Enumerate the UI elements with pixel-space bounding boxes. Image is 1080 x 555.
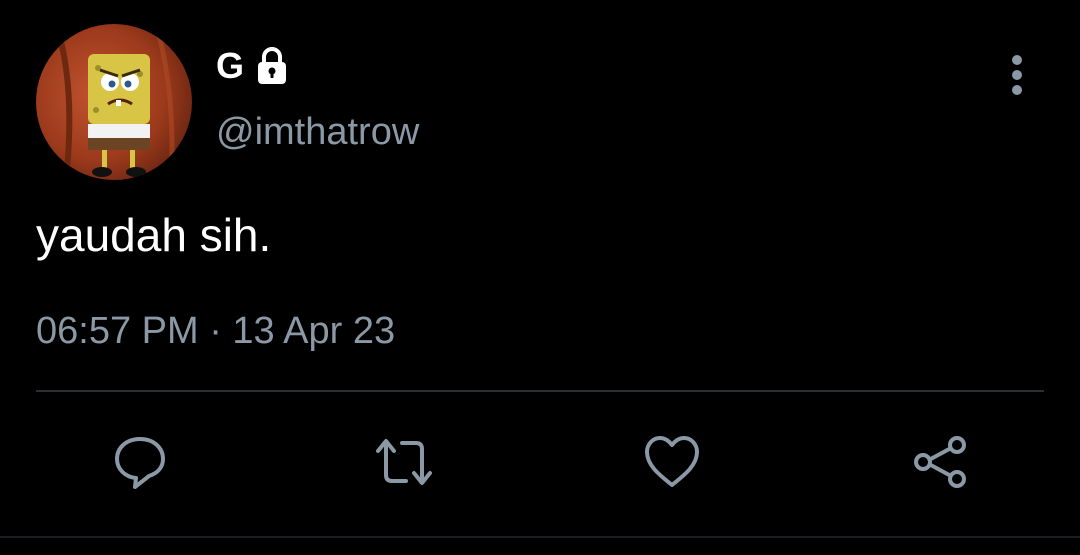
avatar-image [36,24,192,180]
reply-bubble-icon [115,437,165,489]
tweet-timestamp[interactable]: 06:57 PM · 13 Apr 23 [36,310,395,353]
share-icon [914,436,966,488]
user-handle[interactable]: @imthatrow [216,111,419,154]
share-button[interactable] [908,430,972,494]
reply-button[interactable] [108,430,172,494]
tweet-text: yaudah sih. [36,209,272,261]
display-name[interactable]: G [216,45,244,87]
retweet-button[interactable] [372,430,436,494]
bottom-divider [0,536,1080,538]
lock-icon [252,46,292,86]
avatar[interactable] [36,24,192,180]
more-options-button[interactable] [1000,52,1034,98]
heart-icon [645,436,699,487]
more-vertical-icon [1012,55,1022,95]
divider [36,390,1044,392]
retweet-icon [376,439,432,485]
display-name-row[interactable]: G [216,45,292,87]
like-button[interactable] [640,430,704,494]
